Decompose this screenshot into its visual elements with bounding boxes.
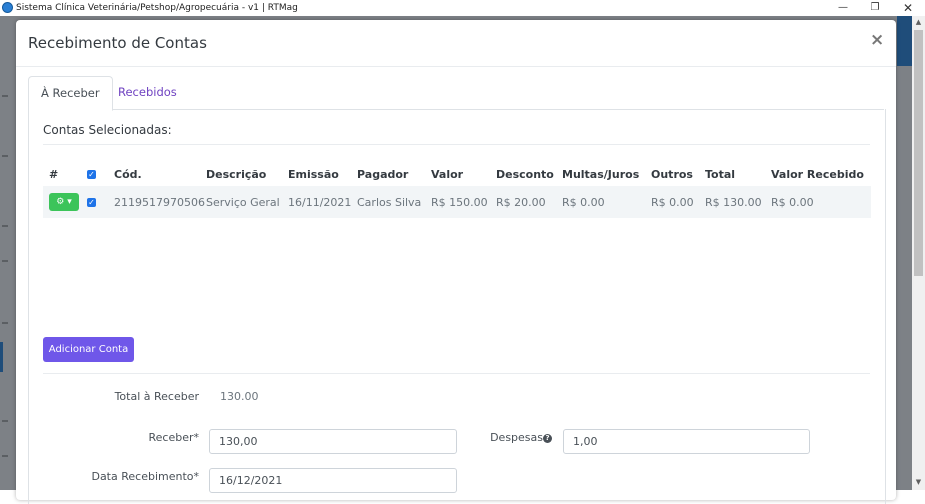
col-header-discount: Desconto [496, 167, 554, 181]
cell-value: R$ 150.00 [431, 186, 496, 218]
col-header-others: Outros [651, 167, 693, 181]
cell-others: R$ 0.00 [651, 186, 705, 218]
receipt-date-input[interactable]: 16/12/2021 [209, 468, 457, 493]
section-divider [43, 144, 870, 145]
form-divider [43, 373, 870, 374]
modal-header: Recebimento de Contas × [16, 20, 896, 67]
col-header-value: Valor [431, 167, 464, 181]
row-select-cell: ✓ [87, 186, 114, 218]
receipt-date-label: Data Recebimento* [91, 470, 199, 483]
col-header-total: Total [705, 167, 736, 181]
cell-discount: R$ 20.00 [496, 186, 562, 218]
app-logo-icon [2, 2, 13, 13]
cell-description: Serviço Geral [206, 186, 288, 218]
col-header-index: # [49, 167, 59, 181]
expenses-label-wrap: Despesas? [468, 431, 552, 444]
row-actions-cell: ⚙ ▾ [43, 186, 87, 218]
expenses-label: Despesas [490, 431, 543, 444]
window-close-button[interactable]: ✕ [893, 0, 923, 16]
background-nav-mark [2, 225, 8, 227]
col-header-emission: Emissão [288, 167, 339, 181]
col-header-code: Cód. [114, 167, 142, 181]
col-header-select: ✓ [87, 162, 114, 186]
minimize-button[interactable]: — [828, 0, 858, 16]
table-header-row: # ✓ Cód. Descrição Emissão Pagador Valor… [43, 162, 871, 186]
cell-received: R$ 0.00 [771, 186, 871, 218]
background-nav-mark [2, 322, 8, 324]
receive-amount-input[interactable]: 130,00 [209, 429, 457, 454]
cell-code: 2119517970506 [114, 186, 206, 218]
section-title: Contas Selecionadas: [43, 123, 172, 137]
background-nav-mark [2, 260, 8, 262]
cell-total: R$ 130.00 [705, 186, 771, 218]
row-actions-button[interactable]: ⚙ ▾ [49, 193, 79, 211]
cell-fines: R$ 0.00 [562, 186, 651, 218]
selected-accounts-table: # ✓ Cód. Descrição Emissão Pagador Valor… [43, 162, 871, 218]
window-title-bar: Sistema Clínica Veterinária/Petshop/Agro… [0, 0, 925, 16]
scrollbar-thumb[interactable] [914, 30, 923, 276]
tab-a-receber[interactable]: À Receber [28, 76, 113, 111]
maximize-button[interactable]: ❐ [860, 0, 890, 16]
background-active-nav-marker [0, 342, 3, 372]
modal-close-button[interactable]: × [870, 30, 884, 50]
modal-title: Recebimento de Contas [28, 34, 207, 52]
gear-icon: ⚙ [56, 197, 65, 207]
receive-label: Receber* [148, 431, 199, 444]
cell-payer: Carlos Silva [357, 186, 431, 218]
background-nav-mark [2, 455, 8, 457]
help-icon[interactable]: ? [543, 433, 552, 443]
background-header-strip [897, 16, 912, 66]
page-scrollbar[interactable]: ▲ ▼ [912, 16, 925, 490]
total-to-receive-label: Total à Receber [114, 390, 199, 403]
tab-bar: À Receber Recebidos [28, 76, 884, 111]
caret-down-icon: ▾ [67, 197, 72, 207]
table-row: ⚙ ▾ ✓ 2119517970506 Serviço Geral 16/11/… [43, 186, 871, 218]
row-checkbox[interactable]: ✓ [87, 198, 96, 207]
total-to-receive-value: 130.00 [220, 390, 259, 403]
cell-emission: 16/11/2021 [288, 186, 357, 218]
tab-recebidos[interactable]: Recebidos [106, 76, 189, 108]
scroll-down-arrow-icon[interactable]: ▼ [912, 478, 925, 488]
expenses-input[interactable]: 1,00 [563, 429, 810, 454]
col-header-description: Descrição [206, 167, 267, 181]
add-account-button[interactable]: Adicionar Conta [43, 337, 134, 362]
scroll-up-arrow-icon[interactable]: ▲ [912, 18, 925, 28]
select-all-checkbox[interactable]: ✓ [87, 170, 96, 179]
background-nav-mark [2, 95, 8, 97]
col-header-received: Valor Recebido [771, 167, 864, 181]
col-header-fines: Multas/Juros [562, 167, 640, 181]
window-title: Sistema Clínica Veterinária/Petshop/Agro… [16, 3, 298, 13]
col-header-payer: Pagador [357, 167, 409, 181]
receive-accounts-modal: Recebimento de Contas × À Receber Recebi… [16, 20, 896, 504]
background-nav-mark [2, 155, 8, 157]
background-nav-mark [2, 420, 8, 422]
